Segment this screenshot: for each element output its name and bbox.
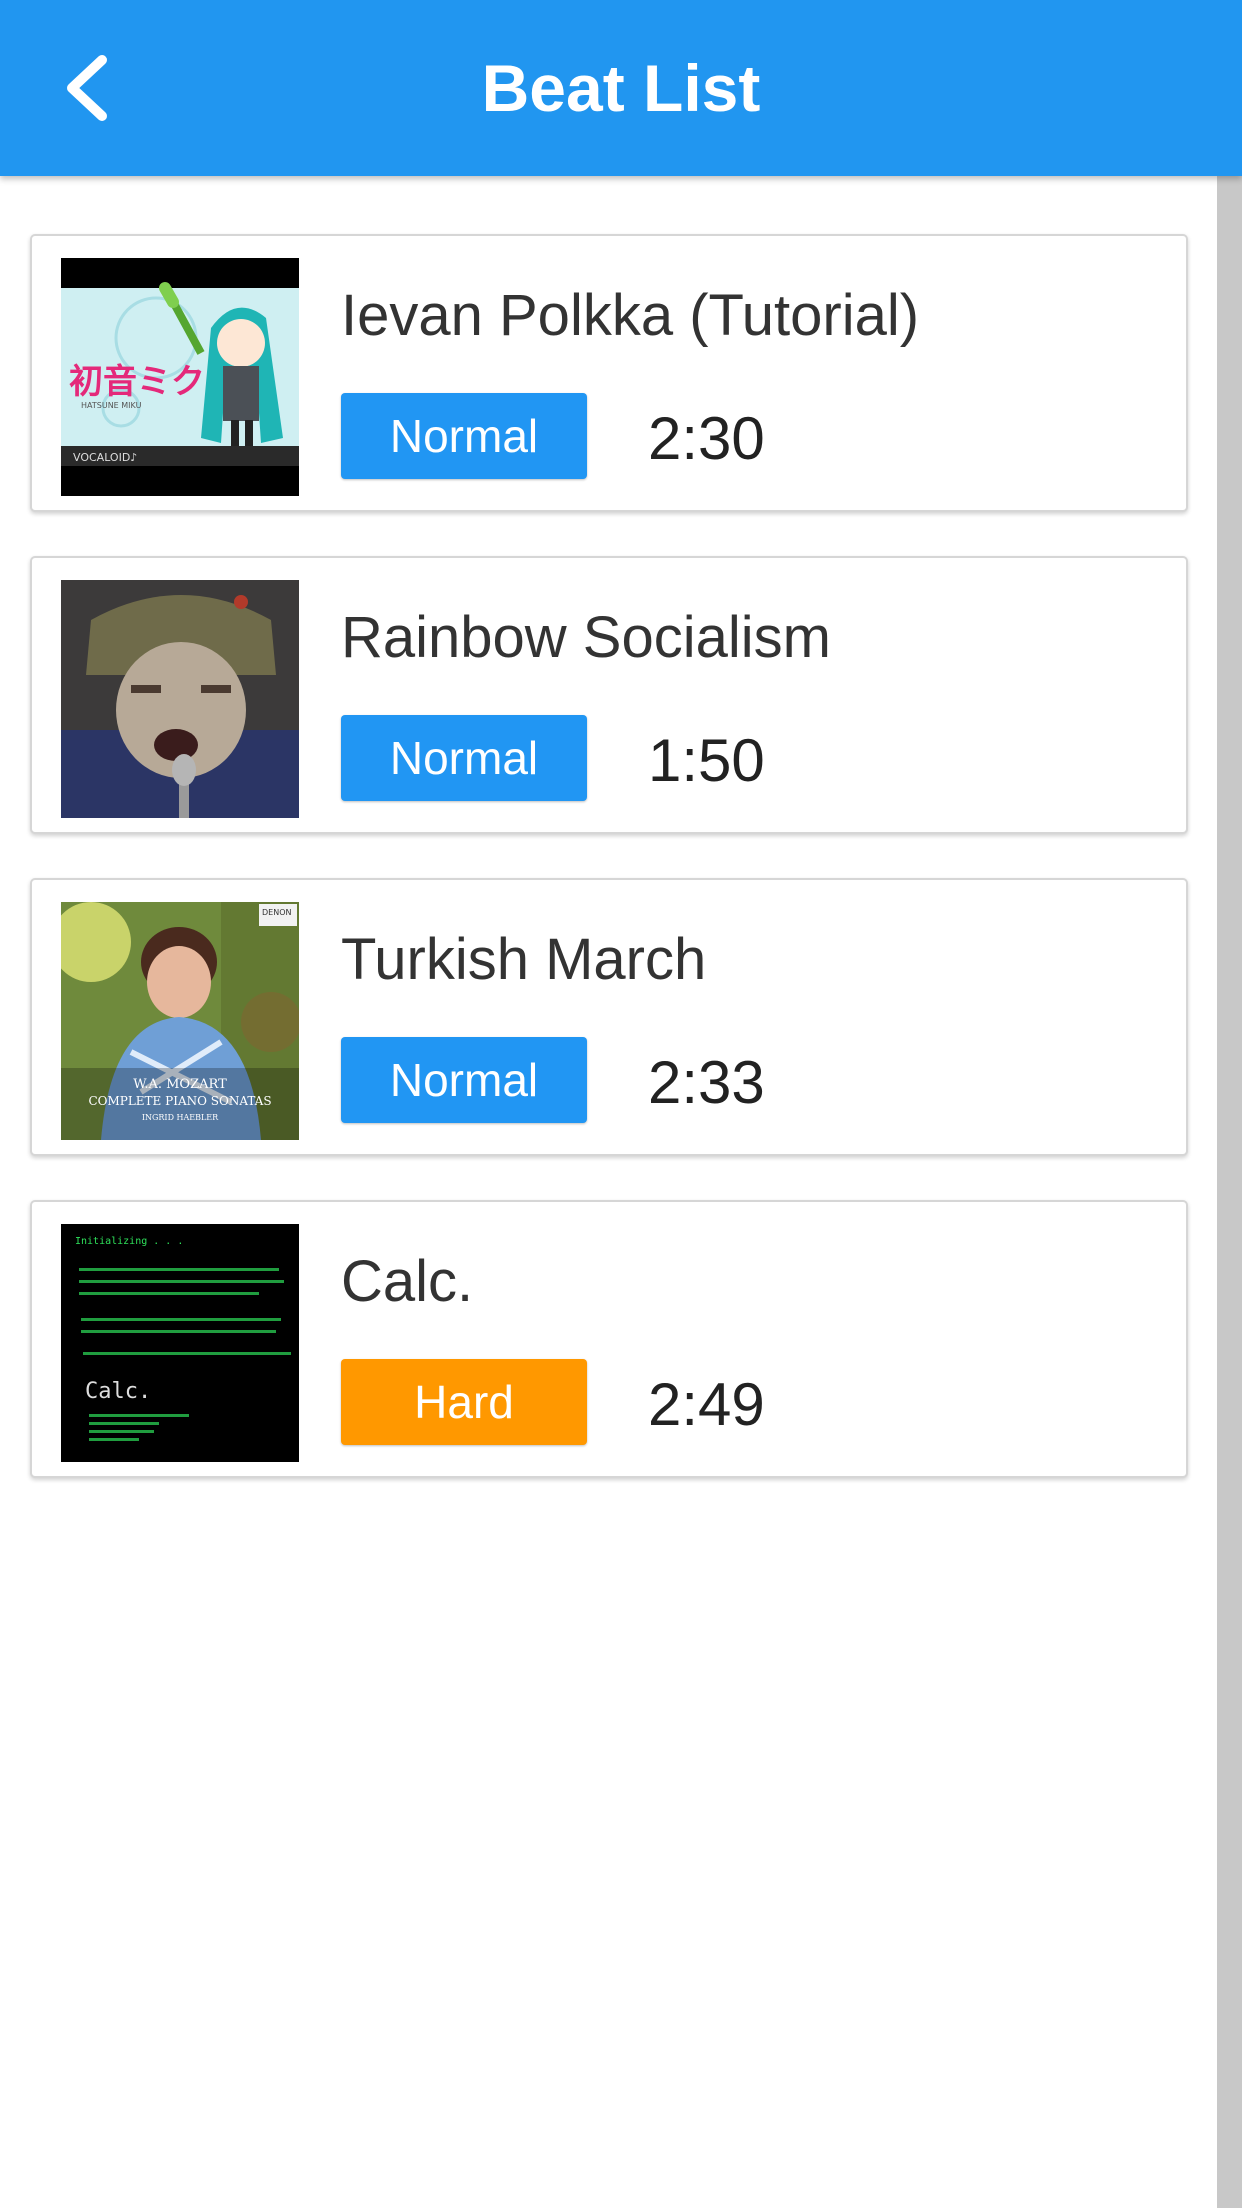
thumbnail-album: COMPLETE PIANO SONATAS [88,1094,271,1108]
difficulty-badge: Normal [341,393,587,479]
app-bar: Beat List [0,0,1242,176]
difficulty-badge: Normal [341,715,587,801]
song-title: Calc. [341,1249,474,1314]
thumbnail-artist: INGRID HAEBLER [142,1113,219,1122]
chevron-left-icon [67,55,107,121]
song-thumbnail: Initializing . . . Calc. [61,1224,299,1462]
song-title: Turkish March [341,927,707,992]
song-card[interactable]: 初音ミク HATSUNE MIKU VOCALOID♪ Ievan Polkka… [30,234,1188,512]
thumbnail-label: Calc. [85,1379,151,1404]
thumbnail-footer: VOCALOID♪ [73,451,137,464]
thumbnail-subtitle: HATSUNE MIKU [81,401,142,410]
back-button[interactable] [52,48,132,128]
scrollbar[interactable] [1217,176,1242,2208]
song-thumbnail [61,580,299,818]
difficulty-badge: Hard [341,1359,587,1445]
song-duration: 2:49 [648,1371,765,1438]
song-title: Rainbow Socialism [341,605,831,670]
song-card[interactable]: Rainbow Socialism Normal 1:50 [30,556,1188,834]
thumbnail-terminal-line: Initializing . . . [75,1236,183,1247]
thumbnail-composer: W.A. MOZART [133,1077,227,1092]
song-title: Ievan Polkka (Tutorial) [341,283,920,348]
song-duration: 1:50 [648,727,765,794]
song-duration: 2:30 [648,405,765,472]
song-card[interactable]: DENON W.A. MOZART COMPLETE PIANO SONATAS… [30,878,1188,1156]
song-thumbnail: DENON W.A. MOZART COMPLETE PIANO SONATAS… [61,902,299,1140]
difficulty-badge: Normal [341,1037,587,1123]
song-duration: 2:33 [648,1049,765,1116]
song-card[interactable]: Initializing . . . Calc. Calc. Hard 2:49 [30,1200,1188,1478]
thumbnail-label: DENON [262,908,291,917]
page-title: Beat List [481,51,761,125]
thumbnail-logo: 初音ミク [69,362,205,402]
song-thumbnail: 初音ミク HATSUNE MIKU VOCALOID♪ [61,258,299,496]
